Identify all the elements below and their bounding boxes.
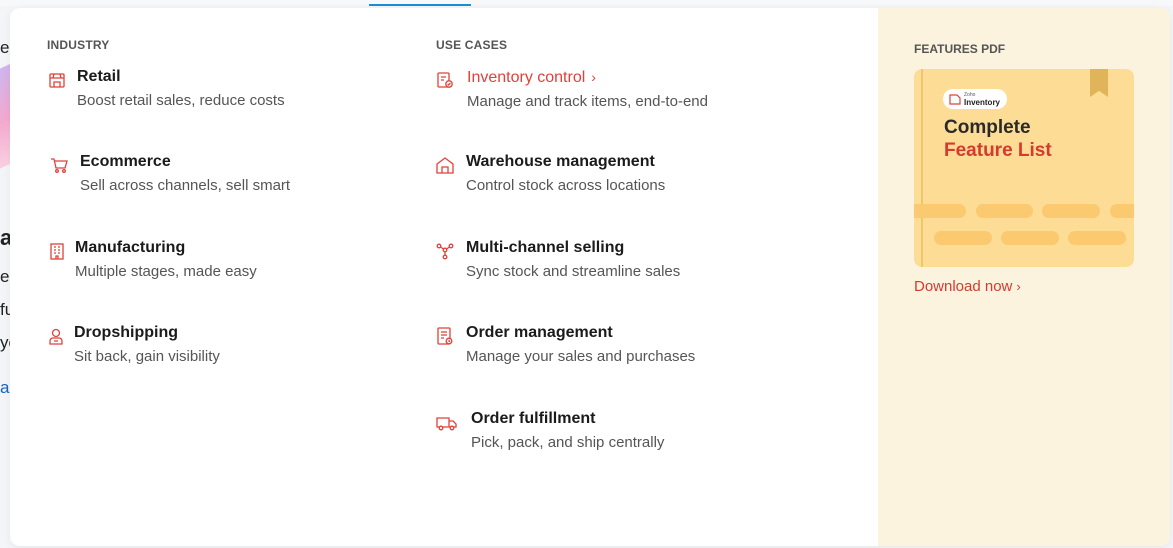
background-link-fragment[interactable]: a	[0, 378, 9, 398]
menu-item-description: Pick, pack, and ship centrally	[471, 434, 665, 451]
menu-item-title: Retail	[77, 68, 121, 85]
decorative-bar	[1068, 231, 1126, 245]
decorative-bar	[1042, 204, 1100, 218]
menu-item-description: Sit back, gain visibility	[74, 348, 220, 365]
book-title-line1: Complete	[944, 117, 1031, 138]
top-nav-strip	[0, 0, 1173, 6]
person-badge-icon	[46, 326, 66, 346]
menu-item-title: Multi-channel selling	[466, 239, 625, 256]
decorative-bar	[976, 204, 1033, 218]
active-nav-underline	[369, 4, 471, 6]
warehouse-icon	[435, 155, 455, 175]
menu-item-description: Manage your sales and purchases	[466, 348, 696, 365]
zoho-inventory-logo-mark	[949, 93, 961, 105]
menu-item-title: Inventory control ›	[467, 69, 596, 86]
inventory-check-icon	[435, 70, 455, 90]
bookmark-ribbon-icon	[1090, 69, 1108, 97]
store-icon	[47, 70, 67, 90]
chevron-right-icon: ›	[1016, 279, 1021, 294]
menu-item-title: Dropshipping	[74, 324, 178, 341]
decorative-bar	[1110, 204, 1134, 218]
industry-heading: INDUSTRY	[47, 38, 110, 52]
menu-item-description: Multiple stages, made easy	[75, 263, 257, 280]
delivery-truck-icon	[435, 412, 459, 432]
features-pdf-promo: FEATURES PDF Zoho Inventory Complete Fea…	[878, 8, 1170, 546]
network-icon	[435, 241, 455, 261]
decorative-bar	[1001, 231, 1059, 245]
use-cases-heading: USE CASES	[436, 38, 508, 52]
order-document-icon	[435, 326, 455, 346]
menu-item-description: Manage and track items, end-to-end	[467, 93, 708, 110]
menu-item-description: Control stock across locations	[466, 177, 666, 194]
factory-icon	[47, 241, 67, 261]
decorative-bar	[934, 231, 992, 245]
menu-item-description: Boost retail sales, reduce costs	[77, 92, 285, 109]
book-spine	[921, 69, 923, 267]
menu-item-title: Manufacturing	[75, 239, 186, 256]
features-pdf-heading: FEATURES PDF	[914, 42, 1006, 56]
feature-list-book-cover[interactable]: Zoho Inventory Complete Feature List	[914, 69, 1134, 267]
download-now-link[interactable]: Download now ›	[914, 278, 1021, 295]
menu-item-title: Warehouse management	[466, 153, 655, 170]
mega-menu-panel: INDUSTRY Retail Boost retail sales, redu…	[10, 8, 1170, 546]
menu-item-description: Sync stock and streamline sales	[466, 263, 681, 280]
menu-item-title: Order fulfillment	[471, 410, 596, 427]
brand-name-text: Inventory	[964, 98, 1001, 107]
chevron-right-icon: ›	[591, 69, 596, 85]
menu-item-title: Order management	[466, 324, 613, 341]
book-title-line2: Feature List	[944, 140, 1052, 161]
decorative-bar	[914, 204, 966, 218]
menu-item-title: Ecommerce	[80, 153, 171, 170]
cart-icon	[49, 155, 69, 175]
background-text-fragment: e	[0, 267, 10, 286]
menu-item-description: Sell across channels, sell smart	[80, 177, 291, 194]
zoho-inventory-logo: Zoho Inventory	[943, 89, 1008, 109]
